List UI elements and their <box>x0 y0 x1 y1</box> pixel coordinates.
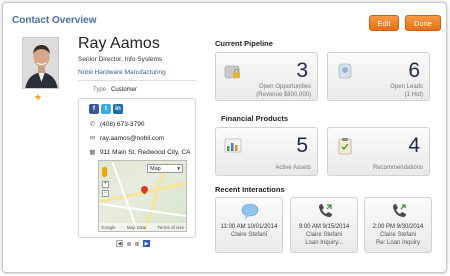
twitter-icon[interactable]: t <box>101 104 111 114</box>
zoom-in-button[interactable]: + <box>102 181 109 188</box>
done-button[interactable]: Done <box>405 15 441 31</box>
type-value: Customer <box>111 87 138 93</box>
contact-name: Ray Aamos <box>78 35 160 52</box>
pager-next-button[interactable]: ▶ <box>143 240 150 247</box>
assets-label: Active Assets <box>275 165 311 171</box>
interaction-time: 9:00 AM 9/15/2014 <box>298 224 350 230</box>
pager-dot[interactable] <box>135 241 139 246</box>
type-label: Type <box>93 87 107 93</box>
address-row[interactable]: ▦ 911 Main St, Redwood City, CA <box>89 148 191 157</box>
map-terms-link[interactable]: Terms of Use <box>157 225 184 230</box>
opportunities-label-text: Open Opportunities <box>258 84 311 90</box>
interaction-subject: Re: Loan Inquiry <box>375 240 421 246</box>
leads-count: 6 <box>408 59 420 82</box>
opportunities-label: Open Opportunities (Revenue $800,000) <box>256 83 311 99</box>
active-assets-tile[interactable]: 5 Active Assets <box>215 127 318 176</box>
facebook-icon[interactable]: f <box>89 104 99 114</box>
interaction-person: Claire Stefani <box>379 232 417 238</box>
map-footer: Google Map Data Terms of Use <box>99 223 186 231</box>
pager-dot[interactable] <box>127 241 131 246</box>
leads-label: Open Leads (1 Hot) <box>390 83 423 99</box>
section-title-financial: Financial Products <box>221 114 289 123</box>
interaction-item[interactable]: 11:00 AM 10/01/2014 Claire Stefani <box>215 197 283 253</box>
section-title-pipeline: Current Pipeline <box>215 39 273 48</box>
interaction-item[interactable]: 9:00 AM 9/15/2014 Claire Stefani Loan In… <box>290 197 358 253</box>
phone-incoming-icon <box>319 204 332 217</box>
map-data-link[interactable]: Map Data <box>127 225 147 230</box>
interaction-time: 2:00 PM 9/30/2014 <box>372 224 424 230</box>
email-address: ray.aamos@nobil.com <box>100 134 165 142</box>
interaction-time: 11:00 AM 10/01/2014 <box>220 224 278 230</box>
interaction-person: Claire Stefani <box>230 232 268 238</box>
contact-role: Senior Director, Info Systems <box>78 56 163 63</box>
leads-jar-icon <box>338 63 352 79</box>
linkedin-icon[interactable]: in <box>113 104 123 114</box>
open-opportunities-tile[interactable]: 3 Open Opportunities (Revenue $800,000) <box>215 52 318 101</box>
open-leads-tile[interactable]: 6 Open Leads (1 Hot) <box>327 52 430 101</box>
page-title: Contact Overview <box>12 15 97 26</box>
divider <box>78 80 196 81</box>
street-view-pegman-icon[interactable] <box>102 167 107 177</box>
map-street <box>99 202 186 218</box>
zoom-out-button[interactable]: − <box>102 190 109 197</box>
opportunities-revenue: (Revenue $800,000) <box>256 92 311 98</box>
contact-avatar <box>22 37 59 89</box>
favorite-star-icon[interactable]: ★ <box>34 92 42 103</box>
interaction-subject: Loan Inquiry... <box>305 240 343 246</box>
chevron-down-icon: ▾ <box>177 166 180 172</box>
email-row[interactable]: ✉ ray.aamos@nobil.com <box>89 134 165 143</box>
google-logo: Google <box>101 224 116 230</box>
clipboard-check-icon <box>338 138 352 155</box>
phone-row[interactable]: ✆ (408) 673-3790 <box>89 120 145 129</box>
card-pager: ◀ ▶ <box>116 240 150 247</box>
phone-icon: ✆ <box>89 121 96 128</box>
assets-count: 5 <box>296 134 308 157</box>
opportunities-count: 3 <box>296 59 308 82</box>
leads-label-text: Open Leads <box>390 84 423 90</box>
interaction-item[interactable]: 2:00 PM 9/30/2014 Claire Stefani Re: Loa… <box>364 197 432 253</box>
recommendations-label: Recommendations <box>372 165 423 171</box>
recommendations-tile[interactable]: 4 Recommendations <box>327 127 430 176</box>
pager-prev-button[interactable]: ◀ <box>116 240 123 247</box>
interaction-person: Claire Stefani <box>305 232 343 238</box>
phone-number: (408) 673-3790 <box>100 120 145 128</box>
map-type-value: Map <box>150 166 161 172</box>
contact-overview-panel: Contact Overview Edit Done ★ Ray Aamos S… <box>2 2 447 273</box>
leads-hot-count: (1 Hot) <box>404 92 423 98</box>
assets-chart-icon <box>224 138 242 153</box>
social-links: f t in <box>89 104 123 114</box>
location-map[interactable]: + − Map ▾ Google Map Data Terms of Use <box>98 160 187 232</box>
recommendations-count: 4 <box>408 134 420 157</box>
edit-button[interactable]: Edit <box>369 15 399 31</box>
header-bar: Contact Overview Edit Done <box>3 3 446 33</box>
street-address: 911 Main St, Redwood City, CA <box>100 148 191 156</box>
lock-folder-icon <box>224 65 240 79</box>
chat-bubble-icon <box>241 203 259 219</box>
email-icon: ✉ <box>89 135 96 142</box>
address-icon: ▦ <box>89 149 96 156</box>
company-link[interactable]: Nobil Hardware Manufacturing <box>78 69 166 76</box>
map-type-select[interactable]: Map ▾ <box>147 164 183 173</box>
phone-outgoing-icon <box>393 204 406 217</box>
section-title-interactions: Recent Interactions <box>215 185 285 194</box>
